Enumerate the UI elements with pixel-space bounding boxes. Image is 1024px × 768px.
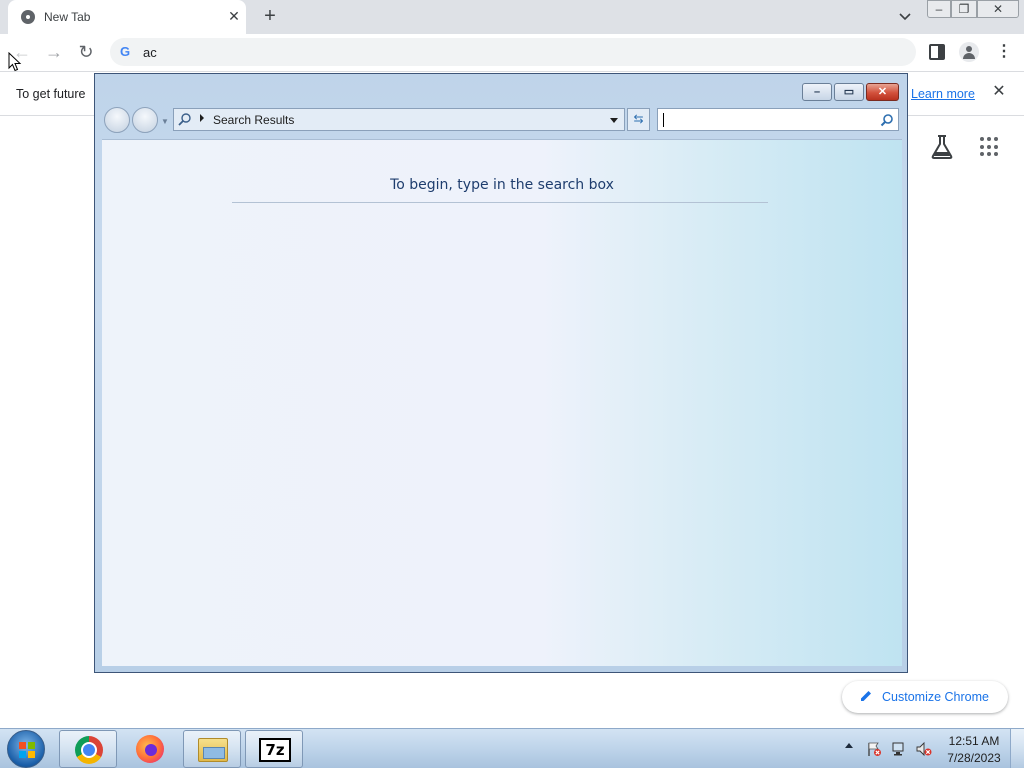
address-history-dropdown-icon[interactable] — [610, 118, 618, 123]
chrome-toolbar: ← → ↻ G ac ⋮ — [0, 34, 1024, 71]
show-desktop-button[interactable] — [1010, 729, 1024, 768]
windows-logo-icon — [19, 742, 35, 758]
window-close-button[interactable]: ✕ — [977, 0, 1019, 18]
google-g-icon: G — [120, 44, 131, 59]
chrome-labs-icon[interactable] — [930, 134, 954, 160]
desktop: New Tab ✕ + – ❐ ✕ ← → ↻ G ac ⋮ To get fu… — [0, 0, 1024, 768]
customize-chrome-button[interactable]: Customize Chrome — [842, 681, 1008, 713]
new-tab-button[interactable]: + — [258, 5, 282, 29]
close-icon: ✕ — [992, 2, 1004, 16]
maximize-icon: ▭ — [843, 86, 855, 98]
search-window-titlebar[interactable] — [95, 74, 907, 102]
explorer-forward-button[interactable] — [132, 107, 158, 133]
start-button[interactable] — [7, 730, 45, 768]
folder-icon — [198, 738, 228, 762]
volume-muted-icon[interactable] — [916, 741, 932, 757]
taskbar-7zip-button[interactable]: 7z — [245, 730, 303, 768]
tab-title: New Tab — [44, 10, 91, 24]
chrome-menu-button[interactable]: ⋮ — [996, 42, 1012, 62]
omnibox-input[interactable]: ac — [143, 45, 157, 60]
window-restore-button[interactable]: ❐ — [951, 0, 977, 18]
chrome-tabstrip: New Tab ✕ + – ❐ ✕ — [0, 0, 1024, 34]
search-window-close-button[interactable]: ✕ — [866, 83, 899, 101]
explorer-nav-buttons: ▼ — [104, 107, 169, 133]
chrome-icon — [75, 736, 103, 764]
search-window-maximize-button[interactable]: ▭ — [834, 83, 864, 101]
side-panel-icon[interactable] — [929, 44, 945, 60]
restore-icon: ❐ — [958, 2, 970, 16]
text-caret — [663, 113, 664, 127]
explorer-search-input[interactable] — [657, 108, 899, 131]
tab-search-chevron-icon[interactable] — [896, 9, 914, 25]
show-hidden-icons-chevron-icon[interactable] — [845, 743, 853, 748]
mouse-pointer-icon — [8, 51, 22, 72]
infobar-close-icon[interactable]: ✕ — [990, 83, 1008, 101]
infobar-text: To get future — [16, 87, 86, 101]
explorer-address-bar[interactable]: Search Results — [173, 108, 625, 131]
profile-avatar-icon[interactable] — [959, 42, 979, 62]
omnibox[interactable]: G ac — [110, 38, 916, 66]
search-results-window: – ▭ ✕ ▼ Search Results ⇆ To begin, type … — [94, 73, 908, 673]
refresh-icon[interactable]: ⇆ — [627, 108, 650, 131]
learn-more-link[interactable]: Learn more — [911, 87, 975, 101]
forward-button[interactable]: → — [43, 41, 65, 63]
clock-date[interactable]: 7/28/2023 — [944, 751, 1004, 765]
action-center-flag-icon[interactable] — [866, 741, 882, 757]
reload-button[interactable]: ↻ — [75, 41, 97, 63]
7zip-icon: 7z — [259, 738, 291, 762]
taskbar-chrome-button[interactable] — [59, 730, 117, 768]
network-icon[interactable] — [891, 741, 907, 757]
minimize-icon: – — [813, 86, 821, 98]
clock-time[interactable]: 12:51 AM — [944, 734, 1004, 748]
taskbar-firefox-button[interactable] — [121, 730, 179, 768]
search-hint-text: To begin, type in the search box — [390, 177, 614, 193]
pencil-icon — [859, 689, 873, 703]
search-icon[interactable] — [880, 113, 894, 127]
chrome-favicon-icon — [21, 10, 35, 24]
hint-divider — [232, 202, 768, 203]
customize-chrome-label: Customize Chrome — [882, 690, 989, 704]
explorer-back-button[interactable] — [104, 107, 130, 133]
firefox-icon — [136, 735, 164, 763]
close-icon: ✕ — [877, 86, 888, 98]
breadcrumb-search-results[interactable]: Search Results — [213, 113, 294, 127]
search-folder-icon — [178, 112, 192, 126]
recent-pages-dropdown-icon[interactable]: ▼ — [161, 117, 169, 126]
search-window-minimize-button[interactable]: – — [802, 83, 832, 101]
breadcrumb-arrow-icon[interactable] — [200, 114, 204, 122]
google-apps-icon[interactable] — [980, 137, 1000, 157]
window-minimize-button[interactable]: – — [927, 0, 951, 18]
windows-taskbar: 7z 12:51 AM 7/28/2023 — [0, 728, 1024, 768]
minimize-icon: – — [935, 2, 943, 16]
tab-new-tab[interactable]: New Tab ✕ — [8, 0, 246, 34]
search-results-pane: To begin, type in the search box — [102, 139, 902, 666]
tab-close-icon[interactable]: ✕ — [226, 8, 242, 24]
taskbar-explorer-button[interactable] — [183, 730, 241, 768]
